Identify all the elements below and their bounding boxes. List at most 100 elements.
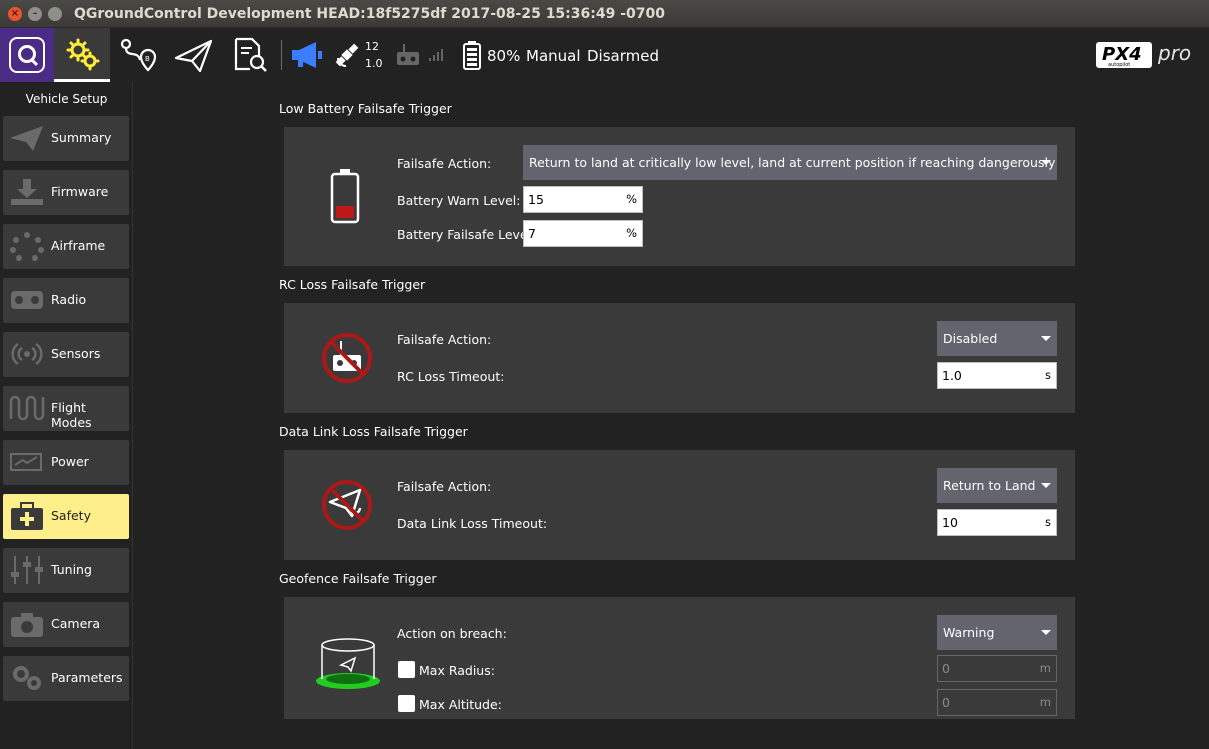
rc-loss-timeout-value: 1.0: [942, 368, 962, 383]
sidebar-item-label: Parameters: [51, 670, 123, 685]
radio-icon: [11, 291, 43, 309]
gps-count: 12: [365, 40, 379, 53]
window-close-button[interactable]: ×: [8, 7, 22, 21]
max-radius-label: Max Radius:: [419, 663, 495, 678]
panel-rc-loss: Failsafe Action: Disabled RC Loss Timeou…: [284, 303, 1075, 413]
sensors-icon: [11, 342, 43, 366]
sliders-icon: [11, 556, 43, 584]
sidebar-item-label: Flight Modes: [51, 400, 92, 430]
gears-icon: [66, 38, 100, 71]
section-title-data-link-loss: Data Link Loss Failsafe Trigger: [279, 424, 468, 439]
battery-failsafe-level-field[interactable]: 7 %: [523, 220, 643, 247]
svg-text:B: B: [145, 55, 150, 63]
qgc-logo-button[interactable]: [0, 28, 54, 82]
rc-transmitter-icon[interactable]: [396, 42, 422, 68]
vehicle-setup-button[interactable]: [54, 28, 110, 82]
battery-warn-level-field[interactable]: 15 %: [523, 186, 643, 213]
paper-plane-icon: [10, 126, 43, 151]
geofence-breach-action-combo[interactable]: Warning: [937, 615, 1057, 650]
sidebar-item-label: Radio: [51, 292, 87, 307]
battery-failsafe-unit: %: [626, 226, 637, 240]
max-radius-field[interactable]: 0 m: [937, 655, 1057, 682]
gps-satellite-icon[interactable]: [332, 40, 362, 70]
window-maximize-button[interactable]: [48, 7, 62, 21]
max-altitude-checkbox[interactable]: [398, 695, 415, 712]
max-altitude-label: Max Altitude:: [419, 697, 502, 712]
sidebar-item-safety[interactable]: Safety: [3, 494, 129, 539]
panel-geofence: Action on breach: Warning Max Radius: 0 …: [284, 597, 1075, 719]
sidebar-item-firmware[interactable]: Firmware: [3, 170, 129, 215]
sidebar-item-sensors[interactable]: Sensors: [3, 332, 129, 377]
signal-strength-icon: [429, 49, 443, 61]
battery-warn-unit: %: [626, 192, 637, 206]
fly-view-icon[interactable]: [174, 38, 214, 74]
sidebar-item-flight-modes[interactable]: Flight Modes: [3, 386, 129, 431]
sidebar-item-tuning[interactable]: Tuning: [3, 548, 129, 593]
sidebar-item-parameters[interactable]: Parameters: [3, 656, 129, 701]
window-title: QGroundControl Development HEAD:18f5275d…: [74, 6, 665, 22]
max-radius-checkbox[interactable]: [398, 661, 415, 678]
px4-pro-logo: PX4 autopilot pro: [1096, 41, 1191, 68]
arm-state[interactable]: Disarmed: [587, 47, 659, 65]
sidebar-item-label: Sensors: [51, 346, 101, 361]
vehicle-setup-sidebar: Vehicle Setup Summary Firmware Airframe …: [0, 82, 133, 749]
datalink-loss-timeout-field[interactable]: 10 s: [937, 509, 1057, 536]
geofence-icon: [316, 638, 380, 689]
sidebar-item-power[interactable]: Power: [3, 440, 129, 485]
datalink-failsafe-action-combo[interactable]: Return to Land: [937, 468, 1057, 503]
sidebar-item-label: Camera: [51, 616, 101, 631]
max-altitude-unit: m: [1039, 695, 1051, 709]
sidebar-item-camera[interactable]: Camera: [3, 602, 129, 647]
data-link-loss-icon: [322, 480, 372, 530]
power-icon: [10, 453, 42, 471]
battery-warn-label: Battery Warn Level:: [397, 193, 521, 208]
sidebar-item-airframe[interactable]: Airframe: [3, 224, 129, 269]
gps-hdop: 1.0: [365, 57, 383, 70]
rc-loss-timeout-field[interactable]: 1.0 s: [937, 362, 1057, 389]
rc-failsafe-action-combo[interactable]: Disabled: [937, 321, 1057, 356]
px4-logo-sub: autopilot: [1108, 62, 1130, 68]
toolbar-separator: [281, 40, 282, 70]
panel-data-link-loss: Failsafe Action: Return to Land Data Lin…: [284, 450, 1075, 560]
panel-low-battery: Failsafe Action: Return to land at criti…: [284, 127, 1075, 266]
battery-failsafe-action-combo[interactable]: Return to land at critically low level, …: [523, 145, 1057, 180]
analyze-icon[interactable]: [232, 36, 270, 74]
plan-view-icon[interactable]: B: [118, 36, 158, 74]
flight-mode-selector[interactable]: Manual: [526, 47, 581, 65]
max-altitude-value: 0: [942, 695, 950, 710]
main-toolbar: B 12 1.0 80% Manual Disarmed PX4 autopil…: [0, 28, 1209, 82]
datalink-loss-timeout-value: 10: [942, 515, 958, 530]
rc-loss-timeout-unit: s: [1045, 368, 1051, 382]
section-title-low-battery: Low Battery Failsafe Trigger: [279, 101, 452, 116]
datalink-action-label: Failsafe Action:: [397, 479, 492, 494]
medkit-icon: [11, 502, 43, 530]
sidebar-item-label: Power: [51, 454, 89, 469]
window-minimize-button[interactable]: –: [28, 7, 42, 21]
battery-percent: 80%: [487, 47, 521, 65]
datalink-timeout-label: Data Link Loss Timeout:: [397, 516, 548, 531]
rc-action-label: Failsafe Action:: [397, 332, 492, 347]
megaphone-icon[interactable]: [290, 41, 324, 69]
battery-icon[interactable]: [462, 40, 482, 70]
gears-icon: [13, 666, 41, 690]
sidebar-item-label: Summary: [51, 130, 112, 145]
wave-icon: [9, 395, 45, 421]
battery-action-label: Failsafe Action:: [397, 156, 492, 171]
sidebar-item-radio[interactable]: Radio: [3, 278, 129, 323]
sidebar-item-label: Tuning: [51, 562, 92, 577]
geofence-action-label: Action on breach:: [397, 626, 507, 641]
safety-setup-page: Low Battery Failsafe Trigger Failsafe Ac…: [134, 82, 1209, 749]
max-radius-unit: m: [1039, 661, 1051, 675]
section-title-geofence: Geofence Failsafe Trigger: [279, 571, 437, 586]
sidebar-title: Vehicle Setup: [25, 92, 108, 106]
download-icon: [11, 179, 43, 205]
window-titlebar: × – QGroundControl Development HEAD:18f5…: [0, 0, 1209, 28]
sidebar-item-label: Safety: [51, 508, 91, 523]
airframe-icon: [10, 232, 44, 261]
sidebar-item-label: Firmware: [51, 184, 109, 199]
sidebar-item-summary[interactable]: Summary: [3, 116, 129, 161]
section-title-rc-loss: RC Loss Failsafe Trigger: [279, 277, 426, 292]
datalink-loss-timeout-unit: s: [1045, 515, 1051, 529]
max-altitude-field[interactable]: 0 m: [937, 689, 1057, 716]
battery-low-icon: [330, 169, 360, 224]
